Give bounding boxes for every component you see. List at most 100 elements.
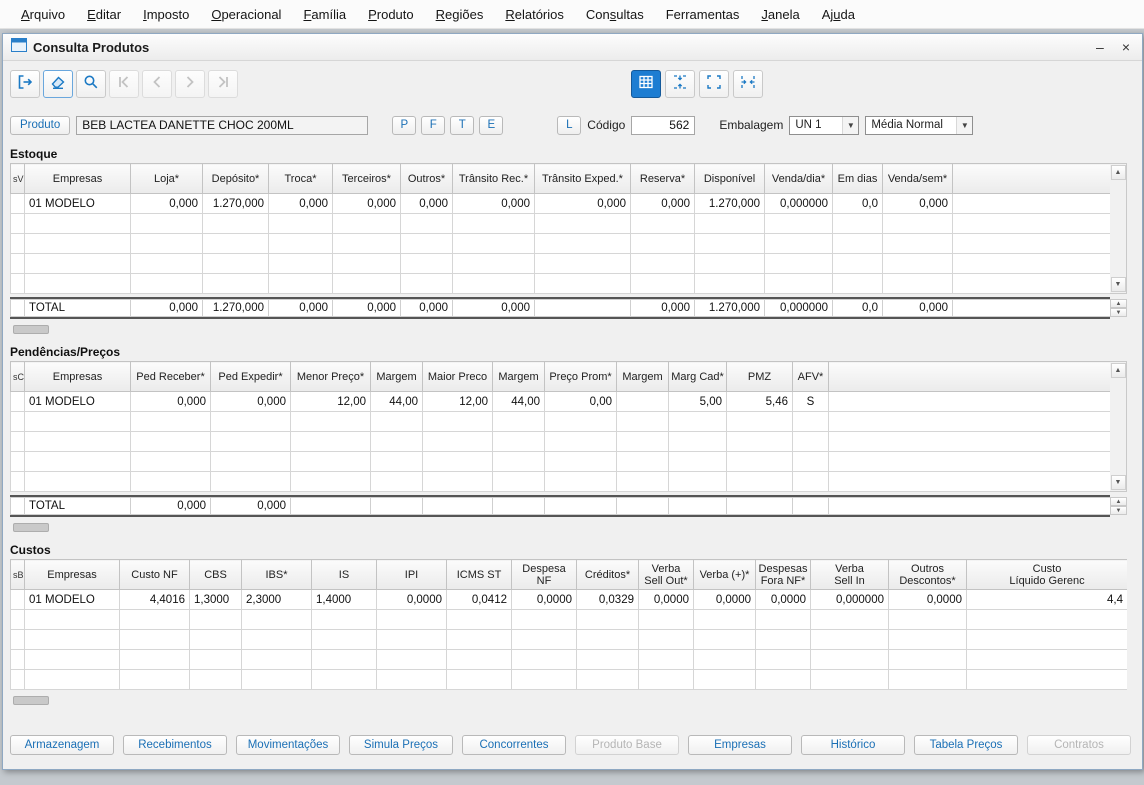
grid-cell[interactable] xyxy=(952,273,1110,294)
grid-cell[interactable] xyxy=(189,609,242,630)
grid-cell[interactable] xyxy=(376,629,447,650)
empresas-button[interactable]: Empresas xyxy=(688,735,792,755)
spinner-up-icon[interactable]: ▲ xyxy=(1110,497,1127,506)
grid-cell[interactable] xyxy=(792,431,829,452)
grid-cell[interactable] xyxy=(202,213,269,234)
grid-cell[interactable] xyxy=(828,451,1110,472)
grid-cell[interactable] xyxy=(130,233,203,254)
grid-cell[interactable] xyxy=(693,609,756,630)
grid-cell[interactable] xyxy=(764,213,833,234)
grid-cell[interactable] xyxy=(726,411,793,432)
grid-cell[interactable] xyxy=(311,649,377,670)
grid-cell[interactable] xyxy=(119,669,190,690)
grid-cell[interactable] xyxy=(755,609,811,630)
grid-cell[interactable] xyxy=(576,669,639,690)
grid-cell[interactable] xyxy=(24,431,131,452)
grid-cell[interactable] xyxy=(764,273,833,294)
search-button[interactable] xyxy=(76,70,106,98)
grid-cell[interactable] xyxy=(210,471,291,492)
grid-cell[interactable] xyxy=(882,213,953,234)
spinner-down-icon[interactable]: ▼ xyxy=(1110,308,1127,317)
grid-cell[interactable] xyxy=(400,273,453,294)
grid-cell[interactable] xyxy=(616,451,669,472)
grid-cell[interactable]: 0,000 xyxy=(534,193,631,214)
grid-cell[interactable] xyxy=(311,669,377,690)
close-button[interactable]: × xyxy=(1122,40,1130,54)
grid-cell[interactable] xyxy=(422,471,493,492)
grid-cell[interactable]: 0,000 xyxy=(130,193,203,214)
grid-cell[interactable] xyxy=(10,273,25,294)
grid-cell[interactable]: 0,0000 xyxy=(755,589,811,610)
codigo-field[interactable]: 562 xyxy=(631,115,696,135)
horizontal-scrollbar-thumb[interactable] xyxy=(13,325,49,334)
tabela-precos-button[interactable]: Tabela Preços xyxy=(914,735,1018,755)
grid-cell[interactable] xyxy=(24,273,131,294)
grid-cell[interactable] xyxy=(544,451,617,472)
grid-cell[interactable] xyxy=(24,253,131,274)
grid-cell[interactable] xyxy=(694,233,765,254)
grid-cell[interactable] xyxy=(370,411,423,432)
armazenagem-button[interactable]: Armazenagem xyxy=(10,735,114,755)
grid-cell[interactable] xyxy=(544,431,617,452)
grid-cell[interactable]: 0,000 xyxy=(882,193,953,214)
grid-cell[interactable] xyxy=(130,213,203,234)
grid-cell[interactable] xyxy=(792,411,829,432)
grid-cell[interactable] xyxy=(534,233,631,254)
grid-cell[interactable] xyxy=(311,609,377,630)
grid-cell[interactable] xyxy=(726,431,793,452)
list-button[interactable]: L xyxy=(557,115,582,135)
menu-arquivo[interactable]: Arquivo xyxy=(10,2,76,27)
grid-cell[interactable] xyxy=(764,253,833,274)
grid-cell[interactable] xyxy=(492,431,545,452)
grid-cell[interactable] xyxy=(668,431,727,452)
grid-cell[interactable]: 0,000000 xyxy=(810,589,889,610)
grid-cell[interactable] xyxy=(810,669,889,690)
grid-cell[interactable] xyxy=(24,451,131,472)
grid-cell[interactable] xyxy=(534,273,631,294)
grid-view-button[interactable] xyxy=(631,70,661,98)
grid-cell[interactable] xyxy=(966,649,1127,670)
grid-cell[interactable] xyxy=(241,629,312,650)
product-name-field[interactable]: BEB LACTEA DANETTE CHOC 200ML xyxy=(76,115,369,135)
grid-cell[interactable] xyxy=(241,609,312,630)
grid-cell[interactable] xyxy=(492,451,545,472)
grid-cell[interactable] xyxy=(400,213,453,234)
grid-cell[interactable]: 0,0329 xyxy=(576,589,639,610)
minimize-button[interactable]: – xyxy=(1096,40,1104,54)
grid-cell[interactable] xyxy=(668,471,727,492)
menu-ajuda[interactable]: Ajuda xyxy=(811,2,866,27)
grid-cell[interactable] xyxy=(534,213,631,234)
grid-cell[interactable] xyxy=(422,411,493,432)
grid-cell[interactable] xyxy=(693,649,756,670)
grid-cell[interactable] xyxy=(24,669,120,690)
menu-janela[interactable]: Janela xyxy=(750,2,810,27)
historico-button[interactable]: Histórico xyxy=(801,735,905,755)
grid-cell[interactable]: 01 MODELO xyxy=(24,391,131,412)
grid-cell[interactable] xyxy=(764,233,833,254)
spinner-up-icon[interactable]: ▲ xyxy=(1110,299,1127,308)
grid-cell[interactable]: 01 MODELO xyxy=(24,193,131,214)
grid-cell[interactable] xyxy=(616,431,669,452)
grid-cell[interactable] xyxy=(966,669,1127,690)
grid-cell[interactable] xyxy=(10,411,25,432)
grid-cell[interactable] xyxy=(792,451,829,472)
grid-cell[interactable] xyxy=(511,649,577,670)
grid-cell[interactable] xyxy=(966,609,1127,630)
expand-grids-button[interactable] xyxy=(699,70,729,98)
movimentacoes-button[interactable]: Movimentações xyxy=(236,735,340,755)
grid-cell[interactable] xyxy=(376,609,447,630)
grid-cell[interactable] xyxy=(810,649,889,670)
grid-cell[interactable]: 0,000 xyxy=(400,193,453,214)
grid-cell[interactable]: 0,0000 xyxy=(376,589,447,610)
grid-cell[interactable]: 0,0412 xyxy=(446,589,512,610)
grid-cell[interactable] xyxy=(638,609,694,630)
grid-cell[interactable] xyxy=(694,253,765,274)
produto-button[interactable]: Produto xyxy=(10,115,71,135)
embalagem-select[interactable]: UN 1 ▼ xyxy=(789,115,860,135)
grid-cell[interactable]: 0,000 xyxy=(332,193,401,214)
menu-regioes[interactable]: Regiões xyxy=(425,2,495,27)
menu-imposto[interactable]: Imposto xyxy=(132,2,200,27)
grid-cell[interactable] xyxy=(832,253,883,274)
exit-button[interactable] xyxy=(10,70,40,98)
grid-cell[interactable]: 0,0000 xyxy=(693,589,756,610)
